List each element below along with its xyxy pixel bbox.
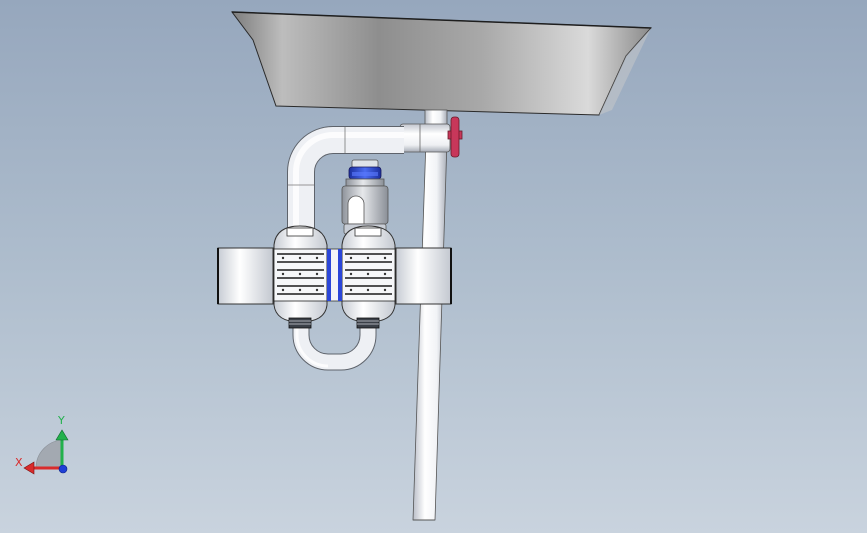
filter-coupling[interactable] xyxy=(326,248,343,302)
right-mount-bracket[interactable] xyxy=(395,247,452,305)
x-axis-arrowhead xyxy=(23,461,35,475)
sink-basin[interactable] xyxy=(230,11,653,116)
assembly-model[interactable] xyxy=(0,0,867,533)
drain-pipe[interactable] xyxy=(412,109,448,521)
y-axis-label: Y xyxy=(58,414,65,427)
regulator-valve[interactable] xyxy=(341,159,389,235)
filter-canister-right[interactable] xyxy=(341,225,396,329)
orientation-triad[interactable] xyxy=(23,429,69,475)
cad-3d-viewport[interactable]: Y X xyxy=(0,0,867,533)
filter-canister-left[interactable] xyxy=(273,225,328,329)
bottom-u-pipe[interactable] xyxy=(292,322,377,371)
x-axis-label: X xyxy=(15,456,23,469)
left-mount-bracket[interactable] xyxy=(217,247,274,305)
y-axis-arrowhead xyxy=(55,429,69,441)
tee-fitting[interactable] xyxy=(399,123,451,153)
z-axis-dot xyxy=(58,464,68,474)
valve-handle[interactable] xyxy=(447,116,463,158)
